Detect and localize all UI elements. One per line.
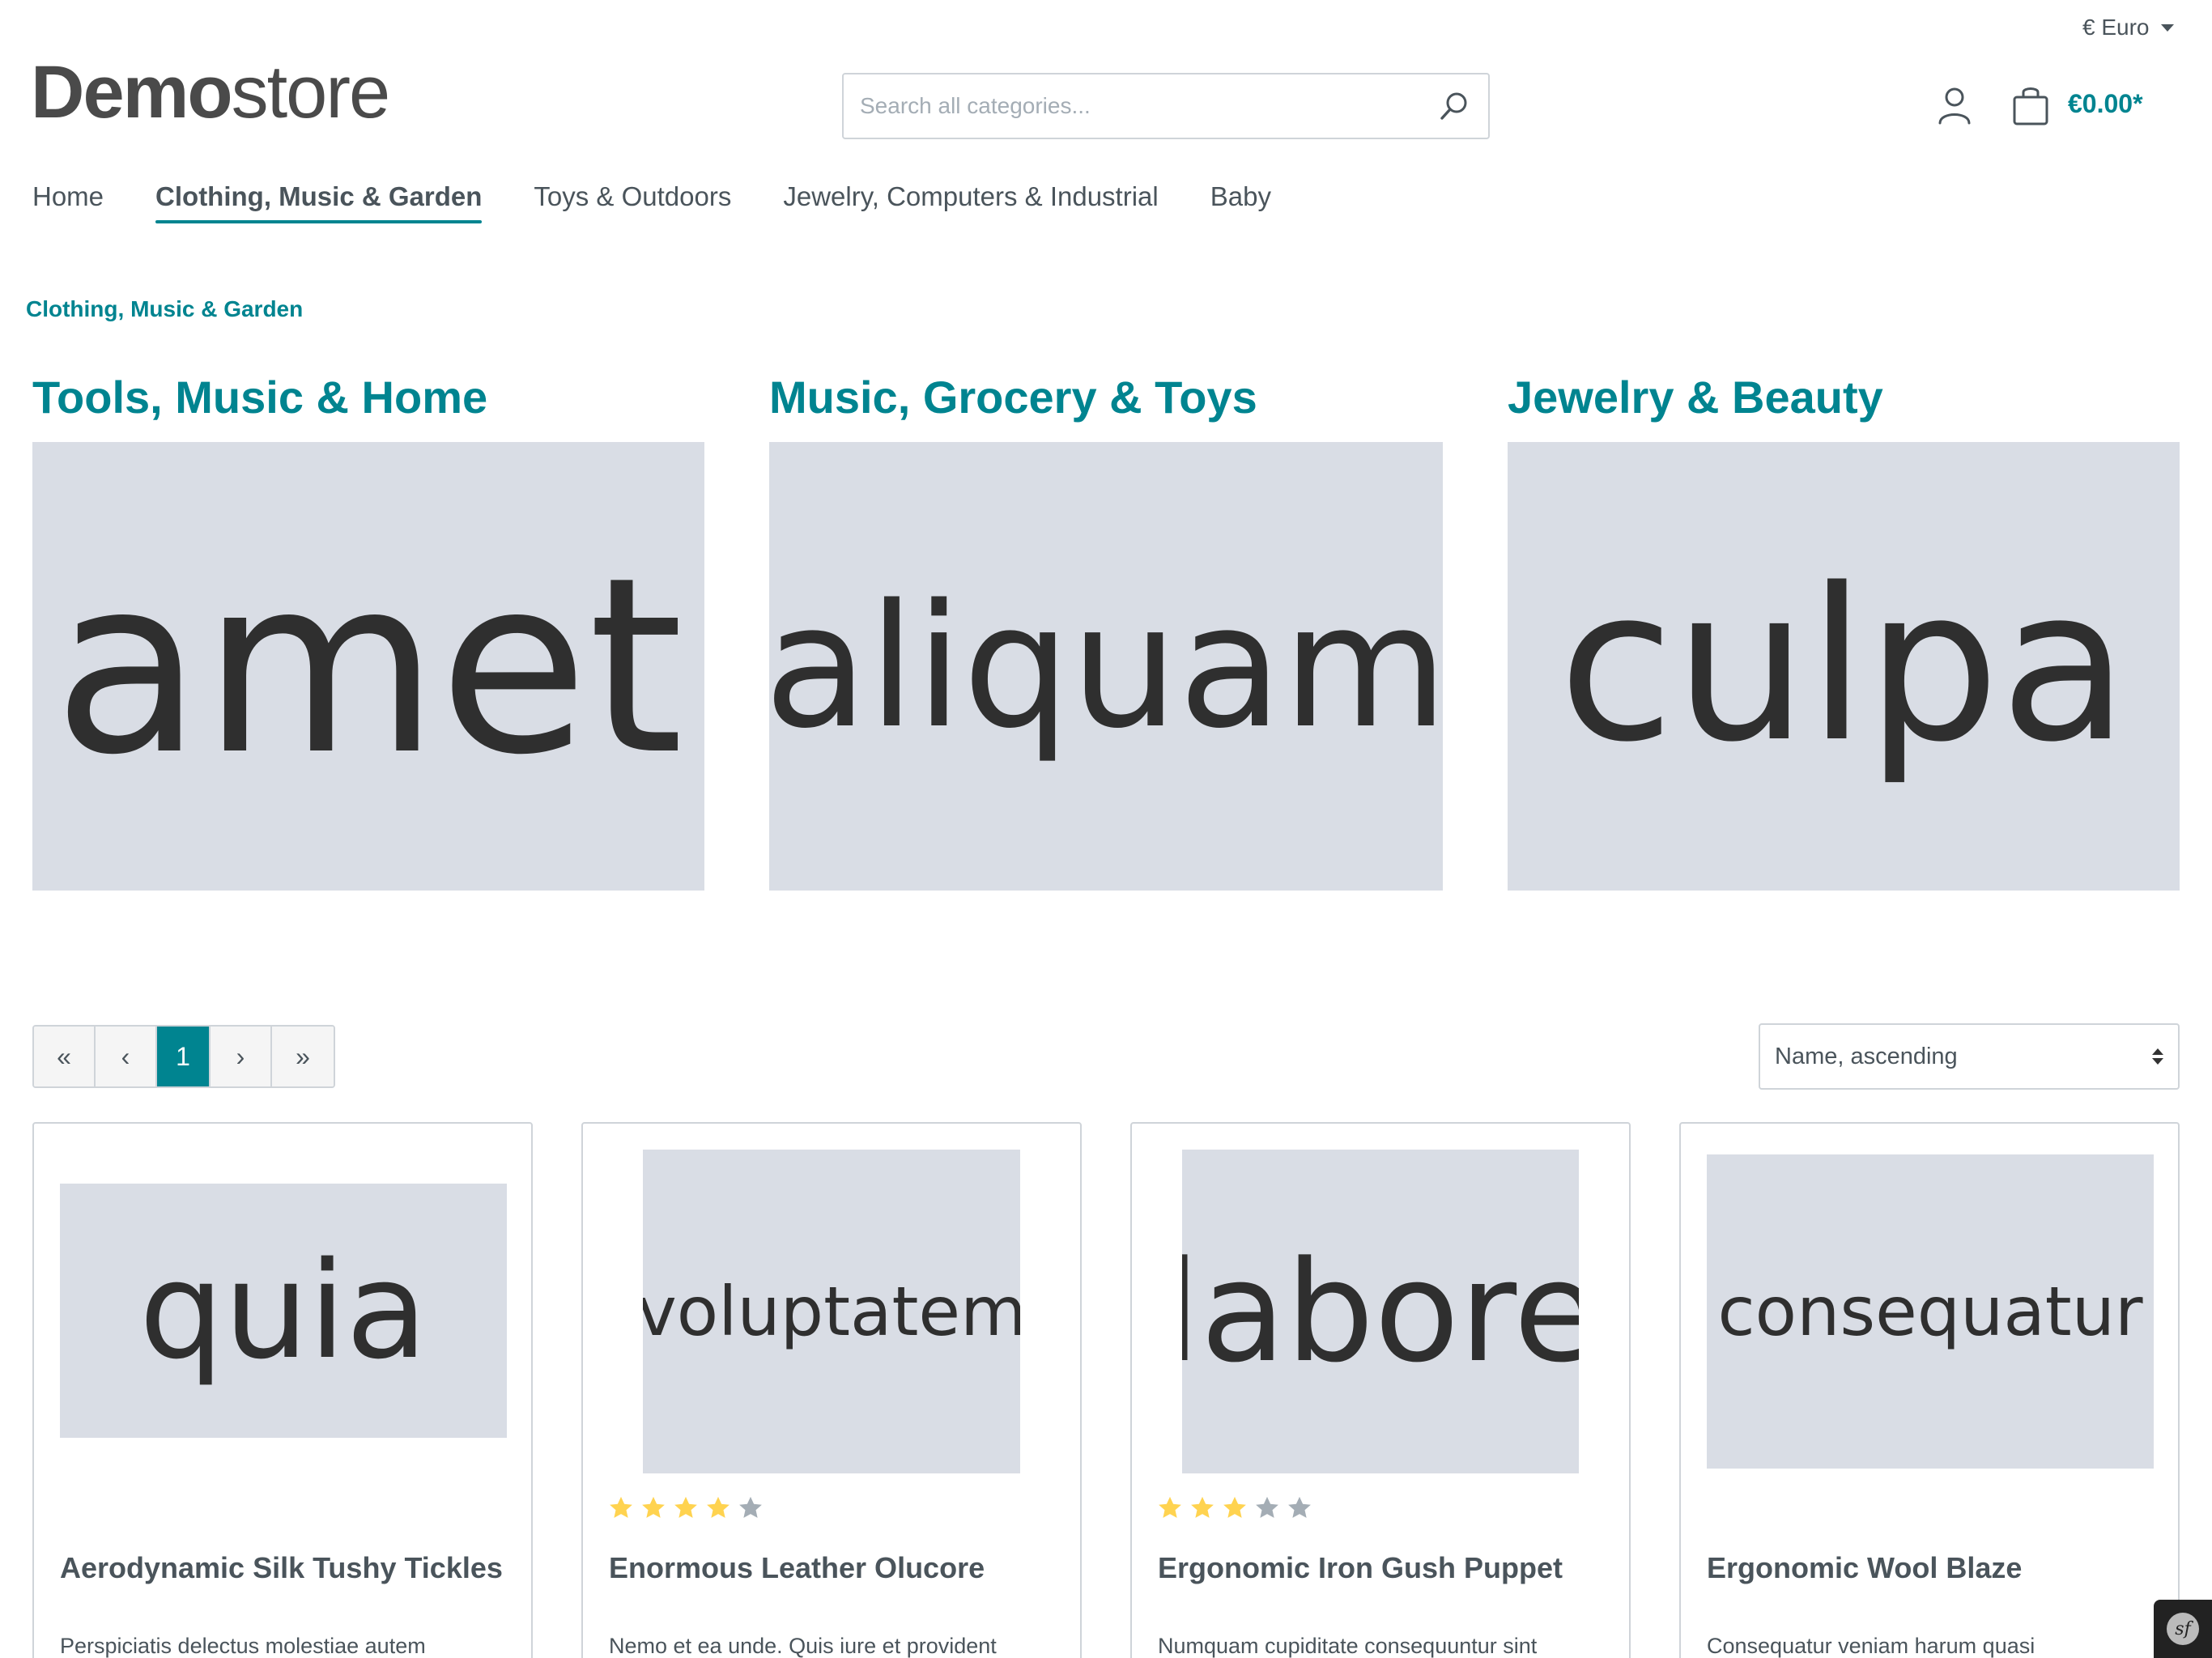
pagination-prev-button[interactable]: ‹ — [96, 1027, 157, 1086]
product-description: Numquam cupiditate consequuntur sint — [1158, 1634, 1538, 1658]
product-image-text: labore — [1182, 1230, 1579, 1393]
breadcrumb[interactable]: Clothing, Music & Garden — [26, 296, 303, 322]
product-image[interactable]: consequatur — [1707, 1154, 2154, 1469]
nav-item-baby[interactable]: Baby — [1210, 181, 1271, 223]
currency-label: € Euro — [2082, 15, 2150, 40]
search-icon[interactable] — [1436, 88, 1472, 124]
pagination-next-button[interactable]: › — [211, 1027, 272, 1086]
search-placeholder: Search all categories... — [860, 93, 1091, 118]
nav-item-home[interactable]: Home — [32, 181, 104, 223]
symfony-icon: sf — [2167, 1613, 2199, 1645]
pagination-current-page[interactable]: 1 — [157, 1027, 211, 1086]
star-filled-icon — [1159, 1496, 1181, 1518]
product-card[interactable]: labore Ergonomic Iron Gush Puppet Numqua… — [1130, 1122, 1631, 1658]
product-image[interactable]: voluptatem — [643, 1150, 1020, 1473]
product-image-text: consequatur — [1717, 1272, 2143, 1351]
category-image-text: aliquam — [769, 567, 1443, 766]
product-image[interactable]: quia — [60, 1184, 507, 1438]
currency-switcher[interactable]: € Euro — [2082, 15, 2174, 40]
logo-bold-text: Demo — [31, 51, 233, 134]
product-name[interactable]: Aerodynamic Silk Tushy Tickles — [60, 1551, 503, 1585]
product-description: Nemo et ea unde. Quis iure et provident — [609, 1634, 997, 1658]
search-input[interactable]: Search all categories... — [842, 73, 1490, 139]
caret-down-icon — [2160, 23, 2174, 32]
category-title[interactable]: Jewelry & Beauty — [1508, 371, 1883, 423]
pagination-first-button[interactable]: « — [34, 1027, 96, 1086]
product-description: Perspiciatis delectus molestiae autem — [60, 1634, 426, 1658]
category-title[interactable]: Tools, Music & Home — [32, 371, 487, 423]
cart-total[interactable]: €0.00* — [2068, 89, 2143, 119]
nav-item-jewelry-computers-industrial[interactable]: Jewelry, Computers & Industrial — [783, 181, 1158, 223]
shopping-bag-icon[interactable] — [2011, 84, 2050, 126]
product-name[interactable]: Ergonomic Iron Gush Puppet — [1158, 1551, 1563, 1585]
star-filled-icon — [1223, 1496, 1246, 1518]
category-image[interactable]: amet — [32, 442, 704, 891]
star-filled-icon — [1191, 1496, 1214, 1518]
product-image-text: quia — [138, 1233, 428, 1388]
product-card[interactable]: quia Aerodynamic Silk Tushy Tickles Pers… — [32, 1122, 533, 1658]
category-image[interactable]: culpa — [1508, 442, 2180, 891]
star-filled-icon — [674, 1496, 697, 1518]
star-empty-icon — [1256, 1496, 1278, 1518]
product-image-text: voluptatem — [643, 1272, 1020, 1351]
pagination: « ‹ 1 › » — [32, 1025, 335, 1088]
store-logo[interactable]: Demostore — [31, 55, 390, 130]
category-title[interactable]: Music, Grocery & Toys — [769, 371, 1257, 423]
star-empty-icon — [739, 1496, 762, 1518]
star-empty-icon — [1288, 1496, 1311, 1518]
sort-select[interactable]: Name, ascending — [1759, 1023, 2180, 1090]
product-description: Consequatur veniam harum quasi — [1707, 1634, 2035, 1658]
select-arrows-icon — [2152, 1048, 2163, 1065]
product-rating — [1156, 1494, 1313, 1522]
star-filled-icon — [707, 1496, 730, 1518]
category-image-text: culpa — [1558, 544, 2129, 789]
nav-item-clothing-music-garden[interactable]: Clothing, Music & Garden — [155, 181, 483, 223]
pagination-last-button[interactable]: » — [272, 1027, 334, 1086]
logo-light-text: store — [231, 51, 391, 134]
category-image[interactable]: aliquam — [769, 442, 1443, 891]
user-icon[interactable] — [1937, 86, 1972, 126]
category-image-text: amet — [53, 525, 684, 808]
sort-selected-value: Name, ascending — [1775, 1043, 1958, 1069]
debug-toolbar-toggle[interactable]: sf — [2154, 1600, 2212, 1658]
product-rating — [607, 1494, 764, 1522]
star-filled-icon — [642, 1496, 665, 1518]
product-name[interactable]: Ergonomic Wool Blaze — [1707, 1551, 2022, 1585]
product-card[interactable]: consequatur Ergonomic Wool Blaze Consequ… — [1679, 1122, 2180, 1658]
product-name[interactable]: Enormous Leather Olucore — [609, 1551, 985, 1585]
product-card[interactable]: voluptatem Enormous Leather Olucore Nemo… — [581, 1122, 1082, 1658]
star-filled-icon — [610, 1496, 632, 1518]
product-image[interactable]: labore — [1182, 1150, 1579, 1473]
main-navigation: Home Clothing, Music & Garden Toys & Out… — [32, 181, 1323, 223]
nav-item-toys-outdoors[interactable]: Toys & Outdoors — [534, 181, 731, 223]
